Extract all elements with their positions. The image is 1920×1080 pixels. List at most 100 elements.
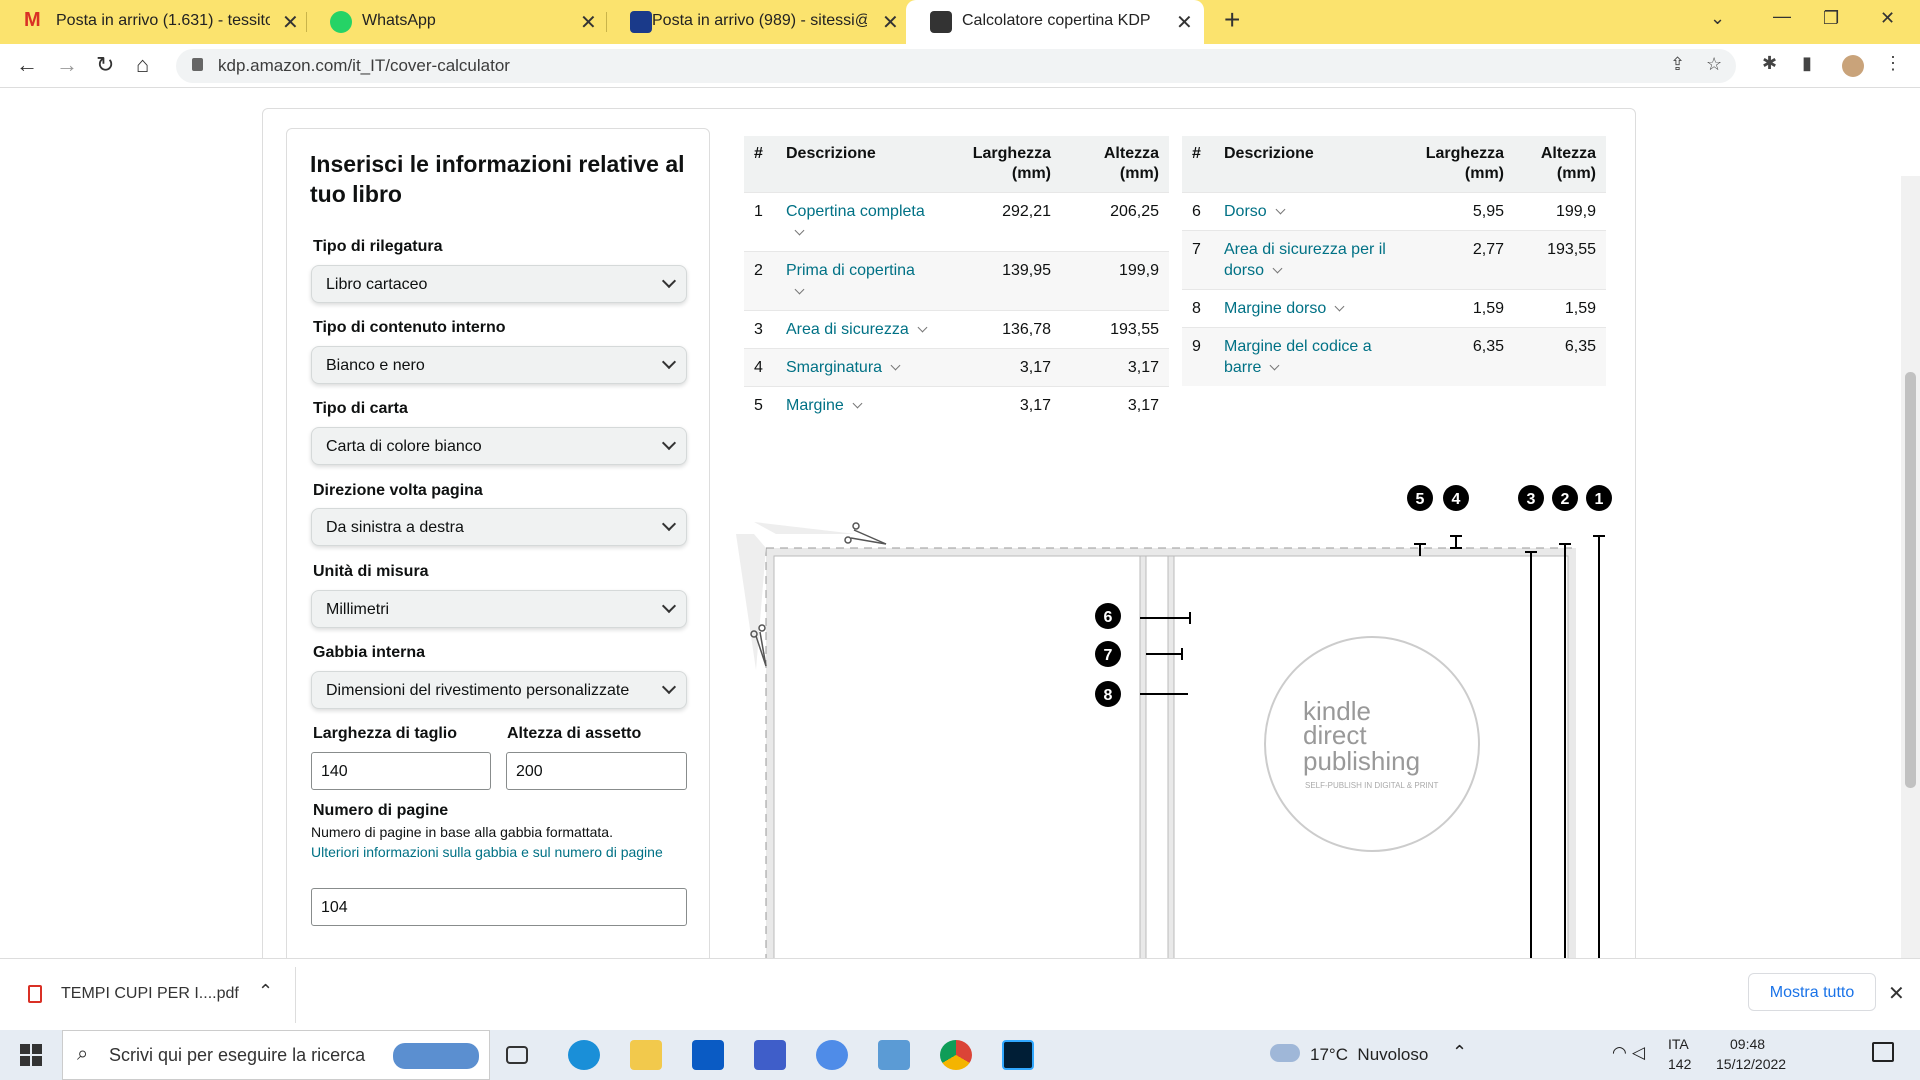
close-window-icon[interactable]: ✕	[1880, 8, 1895, 29]
sidebar-icon[interactable]: ▮	[1802, 53, 1812, 74]
mail-app-icon[interactable]	[692, 1040, 724, 1070]
photoshop-icon[interactable]	[1002, 1040, 1034, 1070]
row-description[interactable]: Copertina completa	[776, 192, 936, 252]
kdp-logo: kindle direct publishing SELF-PUBLISH IN…	[1264, 636, 1480, 852]
pdf-icon	[28, 985, 42, 1003]
chevron-down-icon[interactable]	[794, 225, 805, 236]
table-row: 7 Area di sicurezza per il dorso 2,77 193,5…	[1182, 230, 1606, 290]
page-scrollbar[interactable]	[1901, 176, 1920, 958]
book-info-form: Inserisci le informazioni relative al tu…	[286, 128, 710, 958]
scrollbar-thumb[interactable]	[1905, 372, 1916, 788]
show-all-button[interactable]: Mostra tutto	[1748, 973, 1876, 1011]
tray-chevron-icon[interactable]: ⌃	[1452, 1042, 1467, 1063]
close-icon[interactable]: ✕	[882, 10, 899, 35]
row-description[interactable]: Smarginatura	[776, 348, 936, 387]
chevron-down-icon[interactable]	[1334, 301, 1345, 312]
row-description[interactable]: Dorso	[1214, 192, 1404, 231]
tab-gmail[interactable]: M Posta in arrivo (1.631) - tessitore ✕	[0, 0, 306, 44]
search-placeholder: Scrivi qui per eseguire la ricerca	[109, 1045, 366, 1065]
unit-select[interactable]: Millimetri	[311, 590, 687, 628]
edge-icon[interactable]	[568, 1040, 600, 1070]
amazon-icon	[930, 11, 952, 33]
home-icon[interactable]: ⌂	[136, 52, 149, 78]
menu-icon[interactable]: ⋮	[1884, 53, 1902, 74]
row-description[interactable]: Area di sicurezza per il dorso	[1214, 230, 1404, 290]
marker-4: 4	[1452, 491, 1461, 508]
chevron-up-icon[interactable]: ⌃	[258, 981, 273, 1002]
task-view-icon[interactable]	[506, 1046, 528, 1064]
direction-select[interactable]: Da sinistra a destra	[311, 508, 687, 546]
close-icon[interactable]: ✕	[580, 10, 597, 35]
back-icon[interactable]: ←	[16, 52, 38, 78]
content-select[interactable]: Bianco e nero	[311, 346, 687, 384]
mail-icon	[630, 11, 652, 33]
table-row: 3 Area di sicurezza 136,78 193,55	[744, 310, 1169, 349]
tab-kdp[interactable]: Calcolatore copertina KDP ✕	[906, 0, 1204, 44]
news-icon[interactable]	[878, 1040, 910, 1070]
share-icon[interactable]: ⇪	[1670, 54, 1685, 75]
clock-time[interactable]: 09:48	[1730, 1036, 1765, 1052]
paper-select[interactable]: Carta di colore bianco	[311, 427, 687, 465]
row-number: 2	[744, 251, 776, 311]
chevron-down-icon[interactable]	[917, 322, 928, 333]
trim-width-input[interactable]: 140	[311, 752, 491, 790]
file-explorer-icon[interactable]	[630, 1040, 662, 1070]
star-icon[interactable]: ☆	[1706, 54, 1722, 75]
weather-text[interactable]: 17°C Nuvoloso	[1310, 1045, 1428, 1065]
store-icon[interactable]	[754, 1040, 786, 1070]
chevron-down-icon[interactable]	[1275, 204, 1286, 215]
row-height: 193,55	[1514, 230, 1606, 290]
new-tab-button[interactable]: +	[1224, 4, 1240, 36]
row-number: 6	[1182, 192, 1214, 231]
volume-icon[interactable]: ◁	[1632, 1043, 1645, 1063]
tab-mail[interactable]: Posta in arrivo (989) - sitessi@tin ✕	[606, 0, 906, 44]
row-height: 199,9	[1061, 251, 1169, 311]
trim-select[interactable]: Dimensioni del rivestimento personalizza…	[311, 671, 687, 709]
row-width: 292,21	[936, 192, 1061, 252]
chevron-down-icon	[661, 516, 677, 532]
row-description[interactable]: Prima di copertina	[776, 251, 936, 311]
tab-whatsapp[interactable]: WhatsApp ✕	[306, 0, 606, 44]
chevron-down-icon[interactable]	[852, 398, 863, 409]
taskbar-search[interactable]: ⌕ Scrivi qui per eseguire la ricerca	[62, 1030, 490, 1080]
chevron-down-icon[interactable]	[1269, 360, 1280, 371]
binding-select[interactable]: Libro cartaceo	[311, 265, 687, 303]
chevron-down-icon[interactable]	[890, 360, 901, 371]
download-file[interactable]: TEMPI CUPI PER I....pdf	[61, 985, 239, 1003]
close-icon[interactable]: ✕	[1888, 981, 1905, 1006]
close-icon[interactable]: ✕	[1176, 10, 1193, 35]
address-bar[interactable]: kdp.amazon.com/it_IT/cover-calculator ⇪ …	[176, 49, 1736, 83]
forward-icon[interactable]: →	[56, 52, 78, 78]
reload-icon[interactable]: ↻	[96, 52, 114, 78]
table-header: # Descrizione Larghezza (mm) Altezza (mm…	[1182, 136, 1606, 193]
row-number: 8	[1182, 289, 1214, 328]
language-code[interactable]: ITA	[1668, 1036, 1689, 1052]
restore-icon[interactable]: ❐	[1823, 8, 1839, 29]
chevron-down-icon[interactable]	[1272, 263, 1283, 274]
windows-start-icon[interactable]	[20, 1044, 42, 1066]
chat-icon[interactable]	[816, 1040, 848, 1070]
pages-input[interactable]: 104	[311, 888, 687, 926]
minimize-icon[interactable]: —	[1773, 6, 1791, 27]
chevron-down-icon[interactable]: ⌄	[1710, 8, 1725, 29]
row-description[interactable]: Area di sicurezza	[776, 310, 936, 349]
row-description[interactable]: Margine del codice a barre	[1214, 327, 1404, 386]
download-bar: TEMPI CUPI PER I....pdf ⌃ Mostra tutto ✕	[0, 958, 1920, 1030]
pages-info-link[interactable]: Ulteriori informazioni sulla gabbia e su…	[311, 844, 663, 860]
extensions-icon[interactable]: ✱	[1762, 53, 1777, 74]
row-description[interactable]: Margine	[776, 386, 936, 424]
notification-icon[interactable]	[1872, 1042, 1894, 1062]
row-description[interactable]: Margine dorso	[1214, 289, 1404, 328]
content-label: Tipo di contenuto interno	[313, 319, 506, 336]
chevron-down-icon[interactable]	[794, 284, 805, 295]
table-row: 8 Margine dorso 1,59 1,59	[1182, 289, 1606, 328]
network-icon[interactable]: ◠	[1612, 1043, 1627, 1063]
close-icon[interactable]: ✕	[282, 10, 299, 35]
chrome-icon[interactable]	[940, 1040, 972, 1070]
avatar[interactable]	[1842, 55, 1864, 77]
trim-height-input[interactable]: 200	[506, 752, 687, 790]
trim-value: Dimensioni del rivestimento personalizza…	[326, 682, 630, 699]
language-sub[interactable]: 142	[1668, 1056, 1691, 1072]
gmail-icon: M	[24, 9, 41, 31]
clock-date[interactable]: 15/12/2022	[1716, 1056, 1786, 1072]
